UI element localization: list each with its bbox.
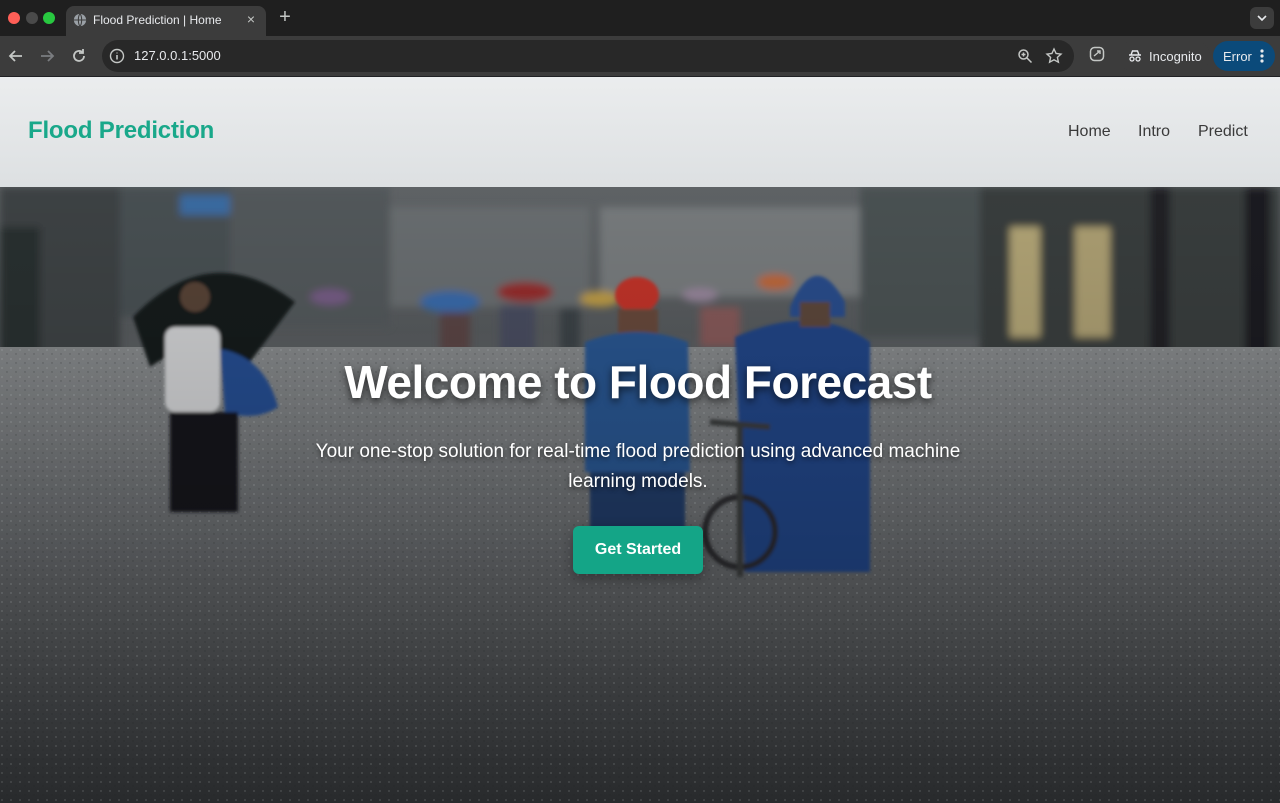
nav-link-intro[interactable]: Intro: [1138, 123, 1170, 141]
tab-search-icon: [1257, 15, 1267, 22]
tab-search-button[interactable]: [1250, 7, 1274, 29]
brand-logo[interactable]: Flood Prediction: [28, 117, 214, 145]
nav-link-home[interactable]: Home: [1068, 123, 1111, 141]
back-arrow-icon[interactable]: [5, 45, 27, 67]
new-tab-button[interactable]: +: [276, 7, 294, 27]
url-text[interactable]: 127.0.0.1:5000: [134, 48, 221, 63]
kebab-menu-icon[interactable]: [1257, 47, 1267, 65]
browser-tab[interactable]: Flood Prediction | Home ×: [66, 6, 266, 36]
maximize-window-button[interactable]: [43, 12, 55, 24]
nav-link-predict[interactable]: Predict: [1198, 123, 1248, 141]
site-navbar: Flood Prediction Home Intro Predict: [0, 77, 1280, 187]
bookmark-star-icon[interactable]: [1045, 47, 1063, 65]
address-bar[interactable]: 127.0.0.1:5000: [102, 40, 1074, 72]
site-info-icon[interactable]: [109, 48, 125, 64]
hero-subtitle: Your one-stop solution for real-time flo…: [315, 441, 961, 492]
globe-icon: [73, 13, 87, 27]
tab-strip: Flood Prediction | Home × +: [0, 0, 1280, 36]
error-label: Error: [1223, 49, 1252, 64]
page-viewport: Flood Prediction Home Intro Predict Welc…: [0, 77, 1280, 803]
tab-close-icon[interactable]: ×: [242, 10, 260, 28]
forward-arrow-icon[interactable]: [36, 45, 58, 67]
zoom-icon[interactable]: [1017, 48, 1033, 64]
incognito-label: Incognito: [1149, 49, 1202, 64]
minimize-window-button[interactable]: [26, 12, 38, 24]
incognito-icon: [1129, 50, 1141, 62]
close-window-button[interactable]: [8, 12, 20, 24]
tab-title: Flood Prediction | Home: [93, 13, 222, 27]
reload-icon[interactable]: [68, 45, 90, 67]
profile-error-button[interactable]: Error: [1213, 41, 1275, 71]
extension-icon[interactable]: [1088, 45, 1106, 63]
incognito-indicator[interactable]: Incognito: [1118, 41, 1210, 71]
hero-title: Welcome to Flood Forecast: [344, 356, 932, 408]
get-started-button[interactable]: Get Started: [573, 526, 703, 574]
